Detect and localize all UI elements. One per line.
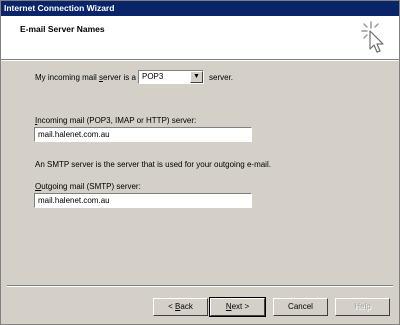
incoming-server-label: Incoming mail (POP3, IMAP or HTTP) serve… (35, 116, 197, 125)
incoming-type-suffix: server. (209, 73, 234, 82)
incoming-server-field[interactable] (34, 127, 252, 142)
outgoing-server-field[interactable] (34, 193, 252, 208)
incoming-type-label: My incoming mail server is a (35, 73, 136, 82)
wizard-cursor-icon (361, 21, 384, 53)
wizard-header: E-mail Server Names (1, 16, 399, 59)
next-button[interactable]: Next > (209, 297, 266, 317)
cancel-button[interactable]: Cancel (273, 298, 328, 316)
footer-divider (7, 285, 393, 287)
header-divider (1, 59, 399, 61)
back-button[interactable]: < Back (153, 298, 208, 316)
incoming-server-type-select[interactable]: POP3 ▼ (138, 70, 204, 84)
dropdown-arrow-icon[interactable]: ▼ (190, 71, 203, 83)
help-button[interactable]: Help (335, 298, 390, 316)
wizard-window: Internet Connection Wizard E-mail Server… (0, 0, 400, 325)
page-title: E-mail Server Names (20, 24, 105, 34)
incoming-server-type-value: POP3 (142, 72, 164, 81)
outgoing-server-label: Outgoing mail (SMTP) server: (35, 182, 141, 191)
smtp-description: An SMTP server is the server that is use… (35, 160, 271, 169)
window-title: Internet Connection Wizard (4, 3, 115, 13)
title-bar[interactable]: Internet Connection Wizard (1, 1, 399, 16)
